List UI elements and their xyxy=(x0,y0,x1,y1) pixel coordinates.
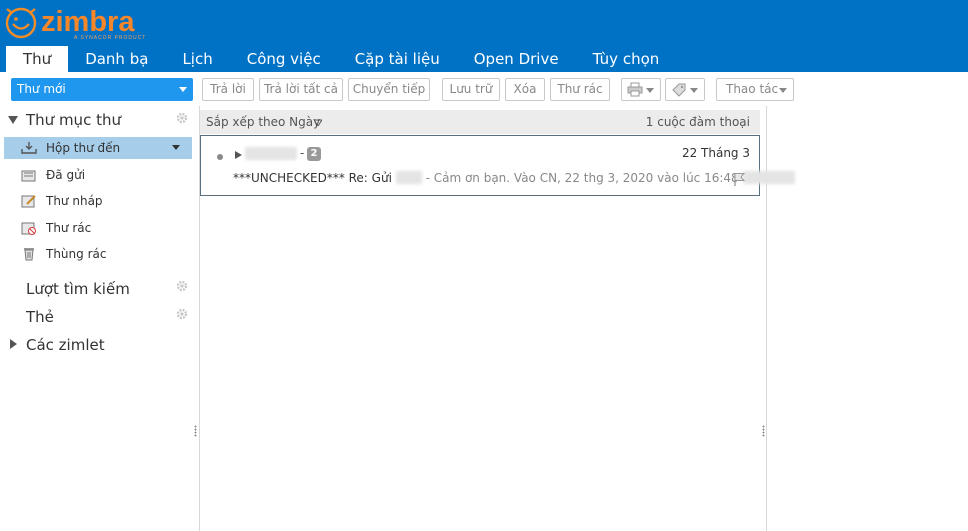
app-tabs: Thư Danh bạ Lịch Công việc Cặp tài liệu … xyxy=(6,46,676,72)
chevron-down-icon xyxy=(690,88,698,93)
svg-text:A SYNACOR PRODUCT: A SYNACOR PRODUCT xyxy=(74,35,146,41)
tab-calendar[interactable]: Lịch xyxy=(165,46,229,72)
collapse-triangle-icon[interactable] xyxy=(8,116,18,124)
message-fragment: - Cảm ơn bạn. Vào CN, 22 thg 3, 2020 vào… xyxy=(425,171,739,185)
folder-label: Hộp thư đến xyxy=(46,141,121,155)
svg-text:zimbra: zimbra xyxy=(41,6,135,38)
chevron-down-icon[interactable] xyxy=(179,87,187,92)
sidebar: Thư mục thư Hộp thư đến Đã gửi Thư nháp xyxy=(0,106,196,531)
unread-dot-icon[interactable] xyxy=(217,154,223,160)
sender-name-redacted xyxy=(245,147,297,160)
tag-button[interactable] xyxy=(665,78,705,101)
message-date: 22 Tháng 3 xyxy=(681,146,750,160)
folder-label: Đã gửi xyxy=(46,168,86,182)
trash-icon xyxy=(24,248,34,261)
folder-junk[interactable]: Thư rác xyxy=(4,217,192,239)
new-mail-label: Thư mới xyxy=(17,82,66,96)
tab-briefcase[interactable]: Cặp tài liệu xyxy=(338,46,457,72)
chevron-down-icon xyxy=(646,88,654,93)
reply-all-button[interactable]: Trả lời tất cả xyxy=(259,78,343,101)
conversation-count: 1 cuộc đàm thoại xyxy=(645,115,750,129)
reading-pane-divider xyxy=(766,106,767,531)
message-subject: ***UNCHECKED*** Re: Gửi xyxy=(233,171,392,185)
thread-count-badge: 2 xyxy=(307,147,321,161)
folder-drafts[interactable]: Thư nháp xyxy=(4,190,192,212)
sent-icon xyxy=(21,170,36,182)
subject-redacted xyxy=(395,171,422,184)
chevron-down-icon[interactable] xyxy=(172,145,180,150)
chevron-down-icon xyxy=(779,88,787,93)
message-list-header: Sắp xếp theo Ngày 1 cuộc đàm thoại xyxy=(200,110,760,134)
tab-tasks[interactable]: Công việc xyxy=(230,46,338,72)
sender-separator: - xyxy=(300,146,305,160)
forward-button[interactable]: Chuyển tiếp xyxy=(348,78,430,101)
flag-icon[interactable] xyxy=(733,172,745,186)
tab-contacts[interactable]: Danh bạ xyxy=(68,46,165,72)
app-header: zimbra A SYNACOR PRODUCT Thư Danh bạ Lịc… xyxy=(0,0,968,72)
saved-searches-heading[interactable]: Lượt tìm kiếm xyxy=(26,280,130,298)
archive-button[interactable]: Lưu trữ xyxy=(442,78,500,101)
sort-arrow-icon[interactable] xyxy=(314,119,322,126)
tab-mail[interactable]: Thư xyxy=(6,46,69,72)
sidebar-resize-handle[interactable] xyxy=(194,425,197,437)
fragment-redacted xyxy=(742,171,795,184)
zimlets-heading[interactable]: Các zimlet xyxy=(26,336,105,354)
message-preview: ***UNCHECKED*** Re: Gửi - Cảm ơn bạn. Và… xyxy=(233,171,795,185)
folder-label: Thư nháp xyxy=(46,194,103,208)
drafts-icon xyxy=(21,195,36,208)
sort-by-date-label[interactable]: Sắp xếp theo Ngày xyxy=(206,110,320,134)
tag-icon xyxy=(672,83,686,97)
actions-button[interactable]: Thao tác xyxy=(716,78,794,101)
folders-heading[interactable]: Thư mục thư xyxy=(26,111,121,129)
folder-sent[interactable]: Đã gửi xyxy=(4,164,192,186)
tab-open-drive[interactable]: Open Drive xyxy=(457,46,576,72)
inbox-icon xyxy=(21,142,37,154)
delete-button[interactable]: Xóa xyxy=(505,78,545,101)
spam-button[interactable]: Thư rác xyxy=(550,78,610,101)
reply-button[interactable]: Trả lời xyxy=(202,78,254,101)
folder-label: Thùng rác xyxy=(46,247,107,261)
gear-icon[interactable] xyxy=(176,280,188,292)
junk-icon xyxy=(21,222,36,235)
message-row[interactable]: - 2 22 Tháng 3 ***UNCHECKED*** Re: Gửi -… xyxy=(200,135,795,196)
print-button[interactable] xyxy=(621,78,661,101)
folder-trash[interactable]: Thùng rác xyxy=(4,243,192,265)
tab-preferences[interactable]: Tùy chọn xyxy=(576,46,677,72)
folder-label: Thư rác xyxy=(46,221,92,235)
gear-icon[interactable] xyxy=(176,112,188,124)
gear-icon[interactable] xyxy=(176,308,188,320)
expand-triangle-icon[interactable] xyxy=(10,339,17,349)
printer-icon xyxy=(627,82,643,97)
reading-pane-resize-handle[interactable] xyxy=(762,425,765,437)
zimbra-logo[interactable]: zimbra A SYNACOR PRODUCT xyxy=(2,3,167,41)
expand-thread-icon[interactable] xyxy=(235,151,242,159)
actions-label: Thao tác xyxy=(726,82,779,96)
tags-heading[interactable]: Thẻ xyxy=(26,308,54,326)
new-mail-button[interactable]: Thư mới xyxy=(11,78,193,101)
folder-inbox[interactable]: Hộp thư đến xyxy=(4,137,192,159)
